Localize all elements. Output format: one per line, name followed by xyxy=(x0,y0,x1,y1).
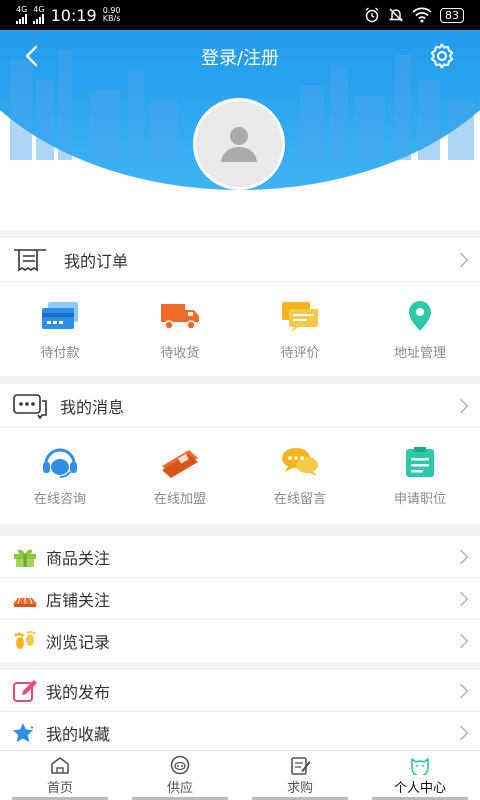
wifi-icon xyxy=(412,7,432,23)
supply-icon xyxy=(170,755,190,775)
follow-section: 商品关注 店铺关注 浏览记录 xyxy=(0,536,480,662)
messages-header[interactable]: 我的消息 xyxy=(0,384,480,428)
join-ticket-icon xyxy=(162,450,198,478)
edit-pencil-icon xyxy=(13,679,37,702)
profile-cat-icon xyxy=(411,758,429,775)
tab-home[interactable]: 首页 xyxy=(0,751,120,800)
headset-icon xyxy=(43,448,77,478)
clock: 10:19 xyxy=(50,5,97,25)
chevron-right-icon xyxy=(453,725,469,741)
alarm-icon xyxy=(365,7,379,23)
speed-unit: KB/s xyxy=(102,14,121,23)
chevron-right-icon xyxy=(453,591,469,606)
tab-profile[interactable]: 个人中心 xyxy=(360,751,480,800)
gift-icon xyxy=(14,549,36,567)
signal-icon xyxy=(33,14,45,24)
comment-icon xyxy=(282,302,318,332)
bottom-tab-bar: 首页 供应 求购 个人中心 xyxy=(0,750,480,800)
status-bar: 4G 4G 10:19 0.90 KB/s 83 xyxy=(0,0,480,30)
tab-purchase[interactable]: 求购 xyxy=(240,751,360,800)
apply-position[interactable]: 申请职位 xyxy=(360,428,480,522)
signal-icon xyxy=(16,14,27,24)
chevron-right-icon xyxy=(453,549,469,564)
message-box-icon xyxy=(13,393,47,419)
profile-header: 登录/注册 xyxy=(0,30,480,230)
chevron-right-icon xyxy=(453,633,469,649)
chevron-right-icon xyxy=(453,252,469,267)
clipboard-icon xyxy=(406,447,434,477)
online-consult[interactable]: 在线咨询 xyxy=(0,428,120,522)
star-icon xyxy=(13,723,34,743)
gear-icon[interactable] xyxy=(428,42,456,70)
my-favorites-row[interactable]: 我的收藏 xyxy=(0,712,480,754)
footprints-icon xyxy=(14,630,36,649)
order-pending-payment[interactable]: 待付款 xyxy=(0,282,120,376)
address-management[interactable]: 地址管理 xyxy=(360,282,480,376)
order-pending-review[interactable]: 待评价 xyxy=(240,282,360,376)
browse-history-row[interactable]: 浏览记录 xyxy=(0,620,480,662)
wallet-card-icon xyxy=(42,302,78,329)
receipt-icon xyxy=(14,248,46,271)
chevron-right-icon xyxy=(453,398,469,413)
avatar[interactable] xyxy=(193,98,285,190)
mine-section: 我的发布 我的收藏 xyxy=(0,670,480,754)
delivery-truck-icon xyxy=(161,304,199,330)
purchase-note-icon xyxy=(291,757,311,775)
home-icon xyxy=(51,757,69,774)
default-user-icon xyxy=(221,127,257,162)
product-follow-row[interactable]: 商品关注 xyxy=(0,536,480,578)
my-posts-row[interactable]: 我的发布 xyxy=(0,670,480,712)
order-pending-delivery[interactable]: 待收货 xyxy=(120,282,240,376)
chat-bubbles-icon xyxy=(282,448,318,476)
chevron-right-icon xyxy=(453,683,469,698)
location-pin-icon xyxy=(409,301,431,331)
mute-bell-icon xyxy=(388,8,404,22)
network-indicator-2: 4G xyxy=(33,6,45,24)
page-title[interactable]: 登录/注册 xyxy=(0,44,480,70)
battery-icon: 83 xyxy=(440,7,464,23)
orders-section: 我的订单 待付款 待收货 待评价 地址管理 xyxy=(0,238,480,376)
online-join[interactable]: 在线加盟 xyxy=(120,428,240,522)
tab-supply[interactable]: 供应 xyxy=(120,751,240,800)
online-message[interactable]: 在线留言 xyxy=(240,428,360,522)
network-indicator-1: 4G xyxy=(16,6,27,24)
shop-follow-row[interactable]: 店铺关注 xyxy=(0,578,480,620)
shop-awning-icon xyxy=(13,597,37,607)
messages-section: 我的消息 在线咨询 在线加盟 在线留言 申请职位 xyxy=(0,384,480,524)
orders-header[interactable]: 我的订单 xyxy=(0,238,480,282)
